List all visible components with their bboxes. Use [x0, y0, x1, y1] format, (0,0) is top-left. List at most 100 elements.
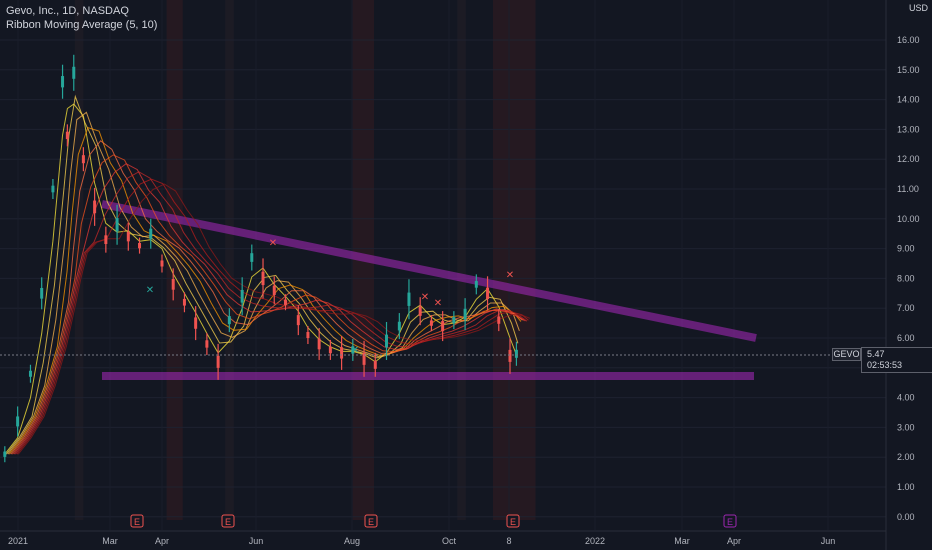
y-tick-label[interactable]: 15.00	[897, 65, 920, 75]
x-tick-label[interactable]: Apr	[727, 536, 741, 546]
y-tick-label[interactable]: 3.00	[897, 422, 915, 432]
signal-cross-icon: ✕	[421, 292, 429, 303]
candle-body	[65, 131, 69, 140]
candle-body	[93, 200, 97, 214]
y-tick-label[interactable]: 11.00	[897, 184, 919, 194]
candle-body	[72, 66, 76, 79]
earnings-marker-icon[interactable]: E	[723, 514, 737, 528]
candle-body	[149, 228, 153, 239]
trendline-upper	[101, 200, 757, 342]
candle-body	[40, 287, 44, 299]
candle-body	[28, 370, 32, 377]
symbol-title[interactable]: Gevo, Inc., 1D, NASDAQ	[6, 4, 157, 18]
x-tick-label[interactable]: Oct	[442, 536, 457, 546]
candle-body	[138, 242, 142, 249]
candle-body	[340, 347, 344, 359]
session-band	[493, 0, 536, 520]
price-chart[interactable]: 16.00 15.00 14.00 13.00 12.00 11.00 10.00 9.00 8…	[0, 0, 932, 550]
candle-body	[397, 321, 401, 331]
x-tick-label[interactable]: 8	[506, 536, 511, 546]
y-tick-label[interactable]: 6.00	[897, 333, 915, 343]
candle-body	[81, 155, 85, 164]
y-tick-label[interactable]: 0.00	[897, 512, 915, 522]
ribbon-ma-line	[8, 126, 522, 455]
candle-body	[16, 416, 20, 427]
candle-body	[171, 279, 175, 290]
candle-body	[486, 287, 490, 299]
ribbon-ma-line	[14, 171, 528, 455]
candle-body	[104, 235, 108, 244]
candle-body	[452, 317, 456, 324]
signal-cross-icon: ✕	[434, 298, 442, 309]
candle-body	[508, 349, 512, 362]
y-tick-label[interactable]: 12.00	[897, 154, 920, 164]
earnings-marker-icon[interactable]: E	[130, 514, 144, 528]
ribbon-ma-line	[11, 154, 525, 455]
candle-body	[51, 185, 55, 193]
session-band	[225, 0, 234, 520]
candle-body	[306, 332, 310, 339]
x-tick-label[interactable]: 2021	[8, 536, 28, 546]
earnings-marker-label: E	[510, 517, 516, 527]
x-tick-label[interactable]: Apr	[155, 536, 169, 546]
candle-body	[463, 308, 467, 320]
indicator-title[interactable]: Ribbon Moving Average (5, 10)	[6, 18, 157, 32]
price-tag-countdown: 02:53:53	[867, 360, 903, 370]
candle-body	[194, 317, 198, 329]
candle-body	[497, 316, 501, 324]
y-tick-label[interactable]: 16.00	[897, 35, 920, 45]
candle-body	[227, 316, 231, 325]
x-tick-label[interactable]: Aug	[344, 536, 360, 546]
candle-body	[272, 285, 276, 295]
price-tag-value: 5.47	[867, 349, 885, 359]
candle-body	[240, 289, 244, 303]
earnings-marker-icon[interactable]: E	[221, 514, 235, 528]
price-tag-symbol: GEVO	[832, 348, 861, 361]
x-tick-label[interactable]: Mar	[674, 536, 690, 546]
candle-body	[160, 260, 164, 267]
y-tick-label[interactable]: 7.00	[897, 303, 915, 313]
signal-cross-icon: ✕	[269, 238, 277, 249]
candle-body	[115, 218, 119, 232]
candle-body	[182, 298, 186, 306]
x-tick-label[interactable]: Jun	[249, 536, 264, 546]
x-tick-label[interactable]: Mar	[102, 536, 118, 546]
y-tick-label[interactable]: 13.00	[897, 124, 920, 134]
earnings-marker-label: E	[368, 517, 374, 527]
y-tick-label[interactable]: 1.00	[897, 482, 915, 492]
y-tick-label[interactable]: 10.00	[897, 214, 920, 224]
signal-cross-icon: ✕	[146, 285, 154, 296]
candle-body	[3, 451, 7, 457]
earnings-marker-label: E	[727, 517, 733, 527]
y-tick-label[interactable]: 8.00	[897, 273, 915, 283]
last-price-tag: GEVO 5.47 02:53:53	[832, 347, 932, 373]
signal-cross-icon: ✕	[351, 345, 359, 356]
candle-body	[61, 76, 65, 88]
candle-body	[261, 271, 265, 286]
earnings-marker-label: E	[225, 517, 231, 527]
currency-label[interactable]: USD	[909, 3, 928, 13]
chart-panel[interactable]: 16.00 15.00 14.00 13.00 12.00 11.00 10.00 9.00 8…	[0, 0, 932, 550]
candle-body	[250, 253, 254, 262]
candle-body	[283, 299, 287, 305]
candle-body	[216, 355, 220, 368]
y-tick-label[interactable]: 4.00	[897, 393, 915, 403]
y-tick-label[interactable]: 9.00	[897, 244, 915, 254]
x-tick-label[interactable]: Jun	[821, 536, 836, 546]
earnings-marker-icon[interactable]: E	[364, 514, 378, 528]
candle-body	[317, 338, 321, 350]
y-tick-label[interactable]: 14.00	[897, 95, 920, 105]
candle-body	[373, 360, 377, 369]
candle-body	[514, 349, 518, 358]
candle-body	[385, 334, 389, 348]
session-band	[457, 0, 466, 520]
candle-body	[441, 321, 445, 332]
earnings-marker-icon[interactable]: E	[506, 514, 520, 528]
candle-body	[328, 346, 332, 354]
y-tick-label[interactable]: 2.00	[897, 452, 915, 462]
candle-body	[418, 306, 422, 316]
candle-body	[474, 281, 478, 288]
chart-legend: Gevo, Inc., 1D, NASDAQ Ribbon Moving Ave…	[6, 4, 157, 32]
ribbon-ma-line	[10, 140, 523, 455]
x-tick-label[interactable]: 2022	[585, 536, 605, 546]
